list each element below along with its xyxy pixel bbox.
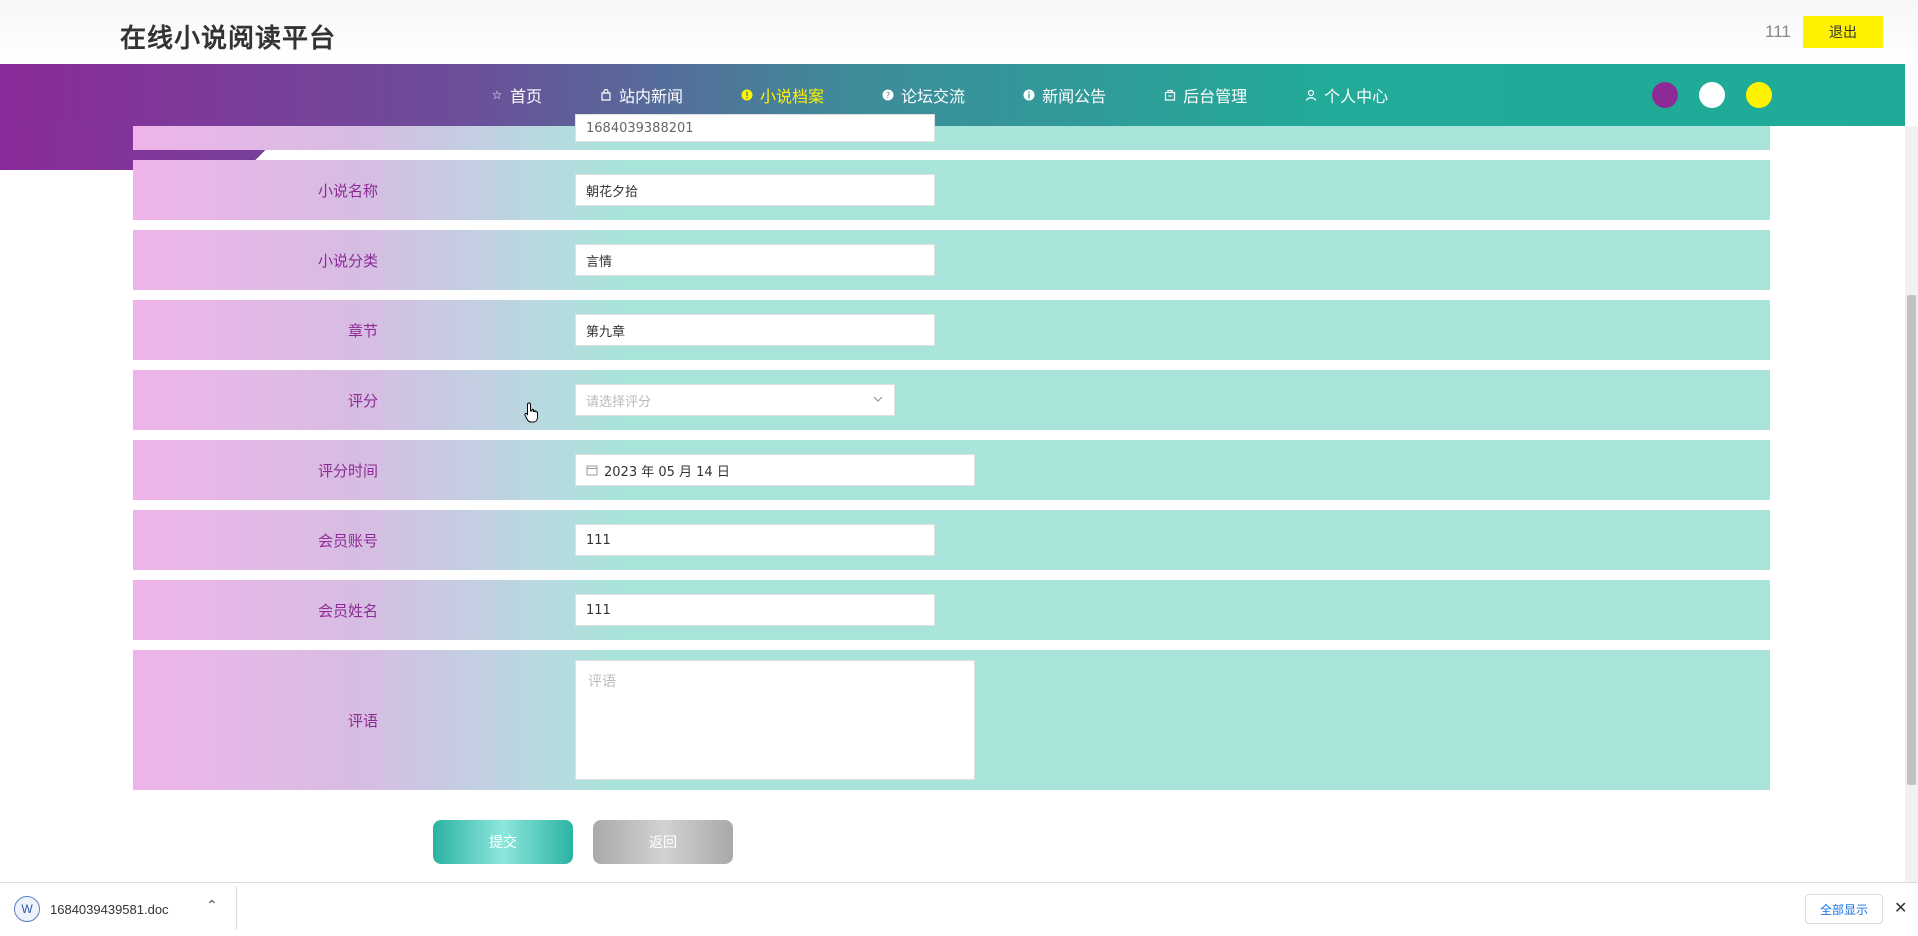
theme-switcher [1652, 82, 1793, 108]
user-name: 111 [1765, 22, 1791, 41]
rating-time-input[interactable]: 2023 年 05 月 14 日 [575, 454, 975, 486]
chevron-down-icon [872, 393, 884, 408]
category-label: 小说分类 [317, 252, 378, 270]
theme-purple-button[interactable] [1652, 82, 1678, 108]
nav-label: 首页 [510, 87, 543, 106]
form-row-novel-name: 小说名称 朝花夕拾 [133, 160, 1770, 220]
nav-label: 论坛交流 [901, 87, 966, 106]
form-row-rating: 评分 请选择评分 [133, 370, 1770, 430]
info-circle-icon [740, 88, 754, 102]
form-row-member-account: 会员账号 111 [133, 510, 1770, 570]
novel-name-input[interactable]: 朝花夕拾 [575, 174, 935, 206]
browser-download-bar [0, 882, 1918, 936]
nav-item-admin[interactable]: 后台管理 [1163, 83, 1247, 107]
rating-select[interactable]: 请选择评分 [575, 384, 895, 416]
chevron-up-icon[interactable]: ⌃ [206, 898, 218, 914]
svg-text:?: ? [886, 91, 890, 100]
chapter-input[interactable]: 第九章 [575, 314, 935, 346]
site-title: 在线小说阅读平台 [120, 24, 337, 54]
briefcase-icon [1163, 88, 1177, 102]
nav-label: 个人中心 [1324, 87, 1389, 106]
form-row-comment: 评语 评语 [133, 650, 1770, 790]
nav-label: 小说档案 [760, 87, 825, 106]
form-row-rating-time: 评分时间 2023 年 05 月 14 日 [133, 440, 1770, 500]
nav-item-profile[interactable]: 个人中心 [1304, 83, 1388, 107]
download-file-name: 1684039439581.doc [50, 901, 169, 917]
comment-textarea[interactable]: 评语 [575, 660, 975, 780]
nav-item-novel-archive[interactable]: 小说档案 [740, 83, 824, 107]
submit-button[interactable]: 提交 [433, 820, 573, 864]
partial-field-input[interactable]: 1684039388201 [575, 114, 935, 142]
rating-label: 评分 [347, 392, 378, 410]
nav-label: 站内新闻 [619, 87, 684, 106]
star-icon: ☆ [491, 88, 503, 102]
nav-label: 新闻公告 [1042, 87, 1107, 106]
form-row-partial: 1684039388201 [133, 114, 1770, 150]
top-header: 在线小说阅读平台 111 退出 [0, 0, 1918, 64]
user-icon [1304, 88, 1318, 102]
download-item[interactable]: W 1684039439581.doc [14, 896, 169, 922]
question-circle-icon: ? [881, 88, 895, 102]
form-row-member-name: 会员姓名 111 [133, 580, 1770, 640]
novel-name-label: 小说名称 [317, 182, 378, 200]
nav-item-home[interactable]: ☆ 首页 [490, 83, 542, 107]
download-separator [236, 886, 237, 930]
close-icon[interactable]: ✕ [1894, 898, 1907, 917]
category-input[interactable]: 言情 [575, 244, 935, 276]
form-row-category: 小说分类 言情 [133, 230, 1770, 290]
member-account-input[interactable]: 111 [575, 524, 935, 556]
scrollbar-thumb[interactable] [1907, 295, 1916, 785]
info-circle-icon [1022, 88, 1036, 102]
member-name-input[interactable]: 111 [575, 594, 935, 626]
theme-yellow-button[interactable] [1746, 82, 1772, 108]
nav-item-forum[interactable]: ? 论坛交流 [881, 83, 965, 107]
nav-item-announcements[interactable]: 新闻公告 [1022, 83, 1106, 107]
back-button[interactable]: 返回 [593, 820, 733, 864]
rating-placeholder: 请选择评分 [586, 394, 652, 410]
show-all-downloads-button[interactable]: 全部显示 [1805, 894, 1883, 924]
calendar-icon [586, 464, 598, 476]
member-name-label: 会员姓名 [317, 602, 378, 620]
bag-icon [599, 88, 613, 102]
hand-cursor-icon [524, 402, 538, 423]
rating-time-value: 2023 年 05 月 14 日 [604, 464, 730, 480]
logout-button[interactable]: 退出 [1803, 16, 1883, 48]
word-document-icon: W [14, 896, 40, 922]
rating-time-label: 评分时间 [317, 462, 378, 480]
nav-label: 后台管理 [1183, 87, 1248, 106]
member-account-label: 会员账号 [317, 532, 378, 550]
form-row-chapter: 章节 第九章 [133, 300, 1770, 360]
chapter-label: 章节 [347, 322, 378, 340]
comment-label: 评语 [347, 712, 378, 730]
nav-item-site-news[interactable]: 站内新闻 [599, 83, 683, 107]
theme-white-button[interactable] [1699, 82, 1725, 108]
